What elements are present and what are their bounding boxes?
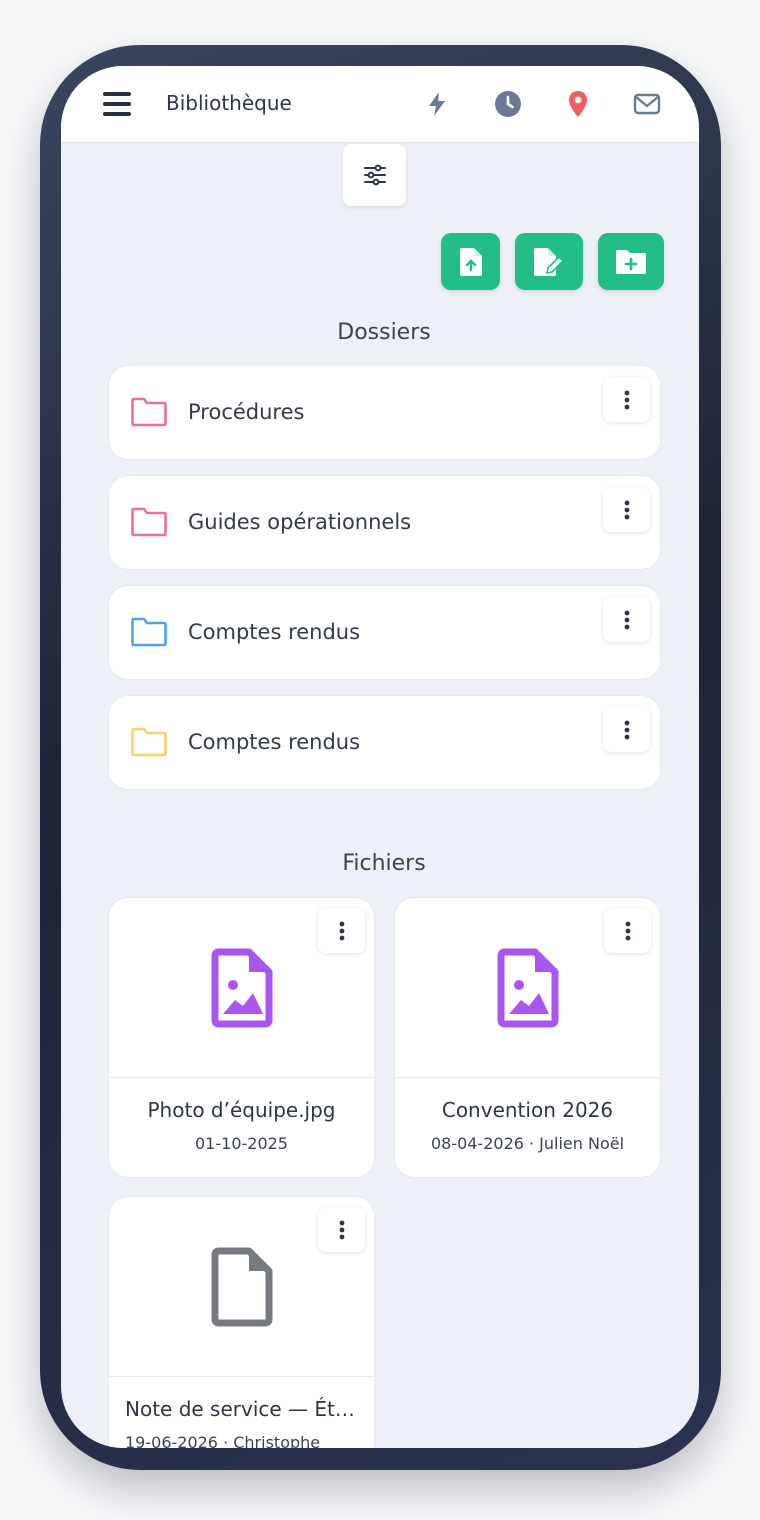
more-vertical-icon (624, 500, 629, 519)
folder-item[interactable]: Procédures (108, 365, 661, 460)
file-meta: 01-10-2025 (195, 1134, 288, 1153)
folder-menu-button[interactable] (603, 487, 650, 532)
more-vertical-icon (624, 610, 629, 629)
folder-icon (131, 617, 167, 647)
more-vertical-icon (624, 720, 629, 739)
file-menu-button[interactable] (604, 908, 651, 953)
file-card[interactable]: Note de service — Été 2026 19-06-2026 · … (108, 1196, 375, 1448)
file-upload-icon (459, 247, 482, 276)
file-name: Photo d’équipe.jpg (147, 1098, 336, 1122)
folder-add-icon (616, 249, 646, 274)
folder-menu-button[interactable] (603, 377, 650, 422)
folder-icon (131, 727, 167, 757)
app-screen: Bibliothèque Dossiers Procédures Guides … (61, 66, 699, 1448)
file-meta: 08-04-2026 · Julien Noël (430, 1134, 625, 1153)
file-edit-icon (534, 247, 564, 276)
more-vertical-icon (339, 921, 344, 940)
more-vertical-icon (339, 1220, 344, 1239)
folders-section-title: Dossiers (337, 320, 431, 345)
more-vertical-icon (625, 921, 630, 940)
top-bar: Bibliothèque (61, 66, 699, 143)
folder-name: Comptes rendus (188, 730, 361, 754)
folder-name: Procédures (188, 400, 305, 424)
file-name: Note de service — Été 2026 (125, 1397, 358, 1421)
filter-button[interactable] (343, 144, 406, 206)
folder-item[interactable]: Comptes rendus (108, 695, 661, 790)
create-document-button[interactable] (515, 233, 583, 290)
folder-item[interactable]: Guides opérationnels (108, 475, 661, 570)
file-icon (211, 1247, 273, 1327)
page-title: Bibliothèque (166, 91, 292, 115)
folder-name: Guides opérationnels (188, 510, 412, 534)
folder-icon (131, 507, 167, 537)
file-meta: 19-06-2026 · Christophe (125, 1433, 321, 1448)
image-file-icon (497, 948, 559, 1028)
mail-icon[interactable] (633, 90, 661, 118)
clock-icon[interactable] (494, 90, 522, 118)
image-file-icon (211, 948, 273, 1028)
folder-name: Comptes rendus (188, 620, 361, 644)
files-section-title: Fichiers (342, 851, 426, 876)
file-menu-button[interactable] (318, 908, 365, 953)
lightning-icon[interactable] (423, 90, 451, 118)
more-vertical-icon (624, 390, 629, 409)
add-folder-button[interactable] (598, 233, 664, 290)
file-name: Convention 2026 (441, 1098, 614, 1122)
folder-menu-button[interactable] (603, 597, 650, 642)
map-pin-icon[interactable] (564, 90, 592, 118)
file-card[interactable]: Photo d’équipe.jpg 01-10-2025 (108, 897, 375, 1178)
folder-icon (131, 397, 167, 427)
file-card[interactable]: Convention 2026 08-04-2026 · Julien Noël (394, 897, 661, 1178)
sliders-icon (363, 164, 386, 186)
hamburger-menu-icon[interactable] (103, 92, 131, 116)
folder-item[interactable]: Comptes rendus (108, 585, 661, 680)
file-menu-button[interactable] (318, 1207, 365, 1252)
upload-file-button[interactable] (441, 233, 500, 290)
folder-menu-button[interactable] (603, 707, 650, 752)
